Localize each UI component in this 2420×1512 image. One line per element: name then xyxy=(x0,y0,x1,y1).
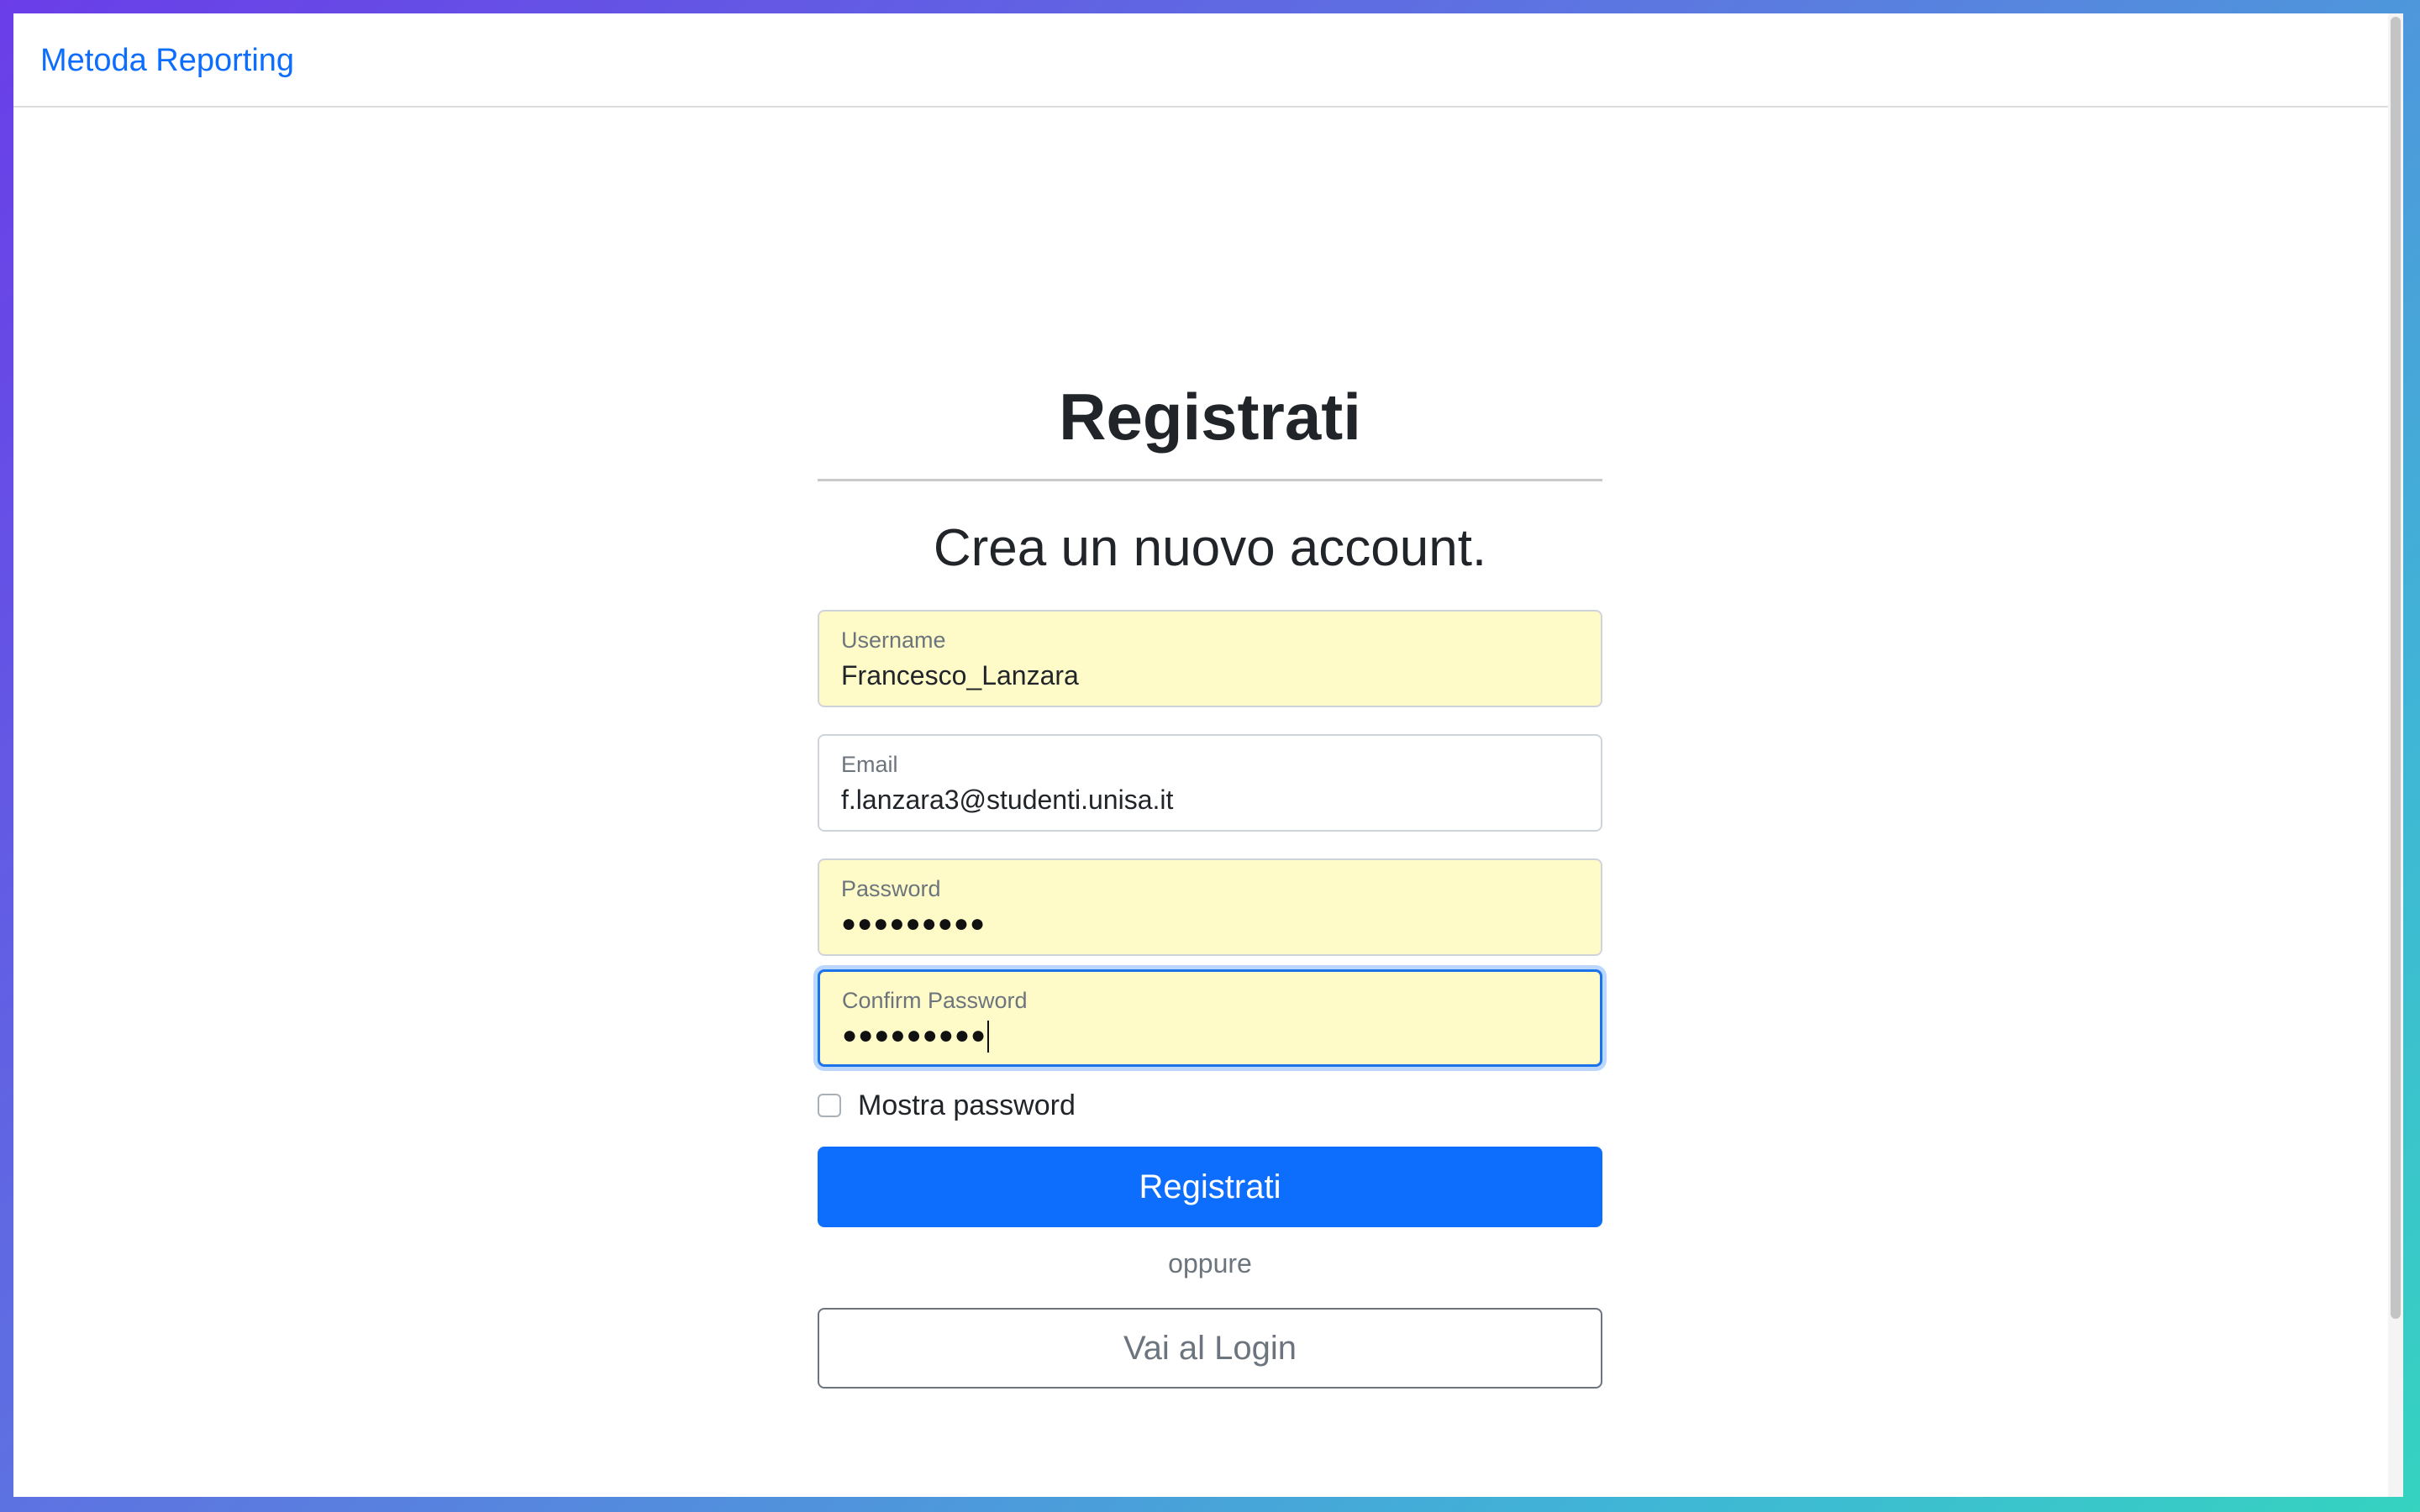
scrollbar-thumb[interactable] xyxy=(2391,17,2401,1319)
username-label: Username xyxy=(841,627,946,653)
confirm-password-value: ●●●●●●●●● xyxy=(842,1021,987,1049)
username-field[interactable]: Username Francesco_Lanzara xyxy=(818,610,1602,707)
show-password-row[interactable]: Mostra password xyxy=(818,1087,1076,1124)
scrollbar[interactable] xyxy=(2388,13,2403,1497)
confirm-password-field[interactable]: Confirm Password ●●●●●●●●● xyxy=(818,969,1602,1067)
password-field[interactable]: Password ●●●●●●●●● xyxy=(818,858,1602,956)
show-password-label[interactable]: Mostra password xyxy=(858,1089,1076,1122)
email-field[interactable]: Email f.lanzara3@studenti.unisa.it xyxy=(818,734,1602,832)
page-title: Registrati xyxy=(1059,380,1361,454)
text-caret xyxy=(987,1021,990,1053)
navbar: Metoda Reporting xyxy=(13,13,2403,108)
divider xyxy=(818,479,1602,481)
login-button[interactable]: Vai al Login xyxy=(818,1308,1602,1389)
email-value: f.lanzara3@studenti.unisa.it xyxy=(841,785,1174,815)
register-form: Registrati Crea un nuovo account. Userna… xyxy=(818,375,1602,1389)
confirm-password-value-wrap: ●●●●●●●●● xyxy=(842,1019,990,1053)
username-value: Francesco_Lanzara xyxy=(841,660,1079,690)
brand-link[interactable]: Metoda Reporting xyxy=(40,42,294,79)
password-value: ●●●●●●●●● xyxy=(841,910,986,937)
password-label: Password xyxy=(841,876,941,901)
email-label: Email xyxy=(841,752,898,777)
confirm-password-label: Confirm Password xyxy=(842,988,1028,1013)
browser-window: Metoda Reporting Registrati Crea un nuov… xyxy=(13,13,2403,1497)
page-subtitle: Crea un nuovo account. xyxy=(933,519,1487,577)
register-button[interactable]: Registrati xyxy=(818,1147,1602,1227)
show-password-checkbox[interactable] xyxy=(818,1094,841,1117)
separator-text: oppure xyxy=(1168,1248,1252,1278)
